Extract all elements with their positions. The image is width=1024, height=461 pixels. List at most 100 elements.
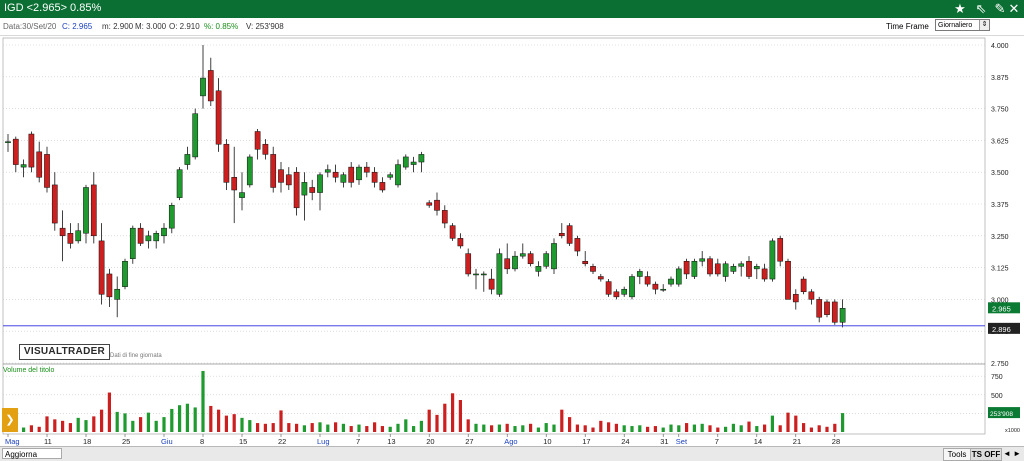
candle-up bbox=[660, 288, 667, 291]
crosshair-price-label: 2.896 bbox=[992, 325, 1011, 334]
price-chart[interactable]: 4.000 3.875 3.750 3.625 3.500 3.375 3.250 3.125… bbox=[0, 36, 1024, 446]
candle-down bbox=[106, 273, 113, 298]
volume-bar bbox=[334, 422, 338, 432]
candle-down bbox=[785, 260, 791, 300]
price-axis: 4.000 3.875 3.750 3.625 3.500 3.375 3.250 3.125… bbox=[991, 43, 1009, 368]
candle-down bbox=[215, 90, 222, 145]
volume-bar bbox=[178, 405, 182, 432]
price-tags: 2.965 2.896 253'908 bbox=[3, 302, 1020, 419]
price-tick-label: 3.625 bbox=[991, 138, 1009, 145]
volume-tick-label: 500 bbox=[991, 393, 1003, 400]
scroll-arrows[interactable]: ◄ ► bbox=[1002, 448, 1022, 459]
resize-arrow-icon[interactable]: ⇖ bbox=[971, 0, 991, 18]
candle-up bbox=[114, 288, 121, 300]
ts-off-button[interactable]: TS OFF bbox=[970, 448, 1002, 461]
volume-bar bbox=[146, 412, 150, 432]
volume-bar bbox=[622, 425, 626, 432]
volume-bar bbox=[22, 427, 26, 432]
tools-button[interactable]: Tools bbox=[943, 448, 971, 461]
candle-up bbox=[629, 276, 635, 298]
candle-down bbox=[707, 258, 713, 275]
candle-down bbox=[714, 263, 721, 275]
volume-bar bbox=[201, 370, 205, 432]
candle-down bbox=[590, 266, 596, 272]
candle-up bbox=[83, 187, 89, 234]
candle-up bbox=[730, 266, 737, 272]
volume-bar bbox=[529, 423, 533, 432]
refresh-select[interactable]: Aggiorna bbox=[2, 448, 62, 459]
candle-up bbox=[200, 77, 206, 97]
candle-down bbox=[223, 143, 230, 183]
candle-down bbox=[363, 166, 370, 173]
volume-value: V: 253'908 bbox=[246, 22, 284, 31]
open-value: O: 2.910 bbox=[169, 22, 200, 31]
volume-tick-label: 750 bbox=[991, 374, 1003, 381]
brand-subtitle: Dati di fine giornata bbox=[110, 353, 162, 359]
time-frame-select[interactable]: Giornaliero ⇕ bbox=[935, 19, 990, 31]
volume-bar bbox=[310, 423, 314, 432]
date-label: 10 bbox=[543, 437, 551, 446]
candle-down bbox=[67, 233, 74, 244]
star-icon[interactable]: ★ bbox=[950, 0, 970, 18]
candle-down bbox=[434, 199, 440, 211]
volume-bar bbox=[568, 417, 572, 432]
candle-up bbox=[839, 308, 846, 323]
candle-down bbox=[746, 260, 752, 277]
volume-bar bbox=[474, 423, 478, 432]
volume-bar bbox=[295, 423, 299, 432]
chevron-down-icon: ⇕ bbox=[979, 20, 989, 30]
volume-bar bbox=[497, 424, 501, 432]
close-icon[interactable]: ✕ bbox=[1004, 0, 1024, 18]
candle-down bbox=[582, 260, 589, 265]
candle-up bbox=[496, 253, 503, 295]
candle-down bbox=[309, 187, 316, 193]
date-label: 24 bbox=[621, 437, 629, 446]
volume-bar bbox=[139, 417, 143, 432]
volume-bar bbox=[716, 427, 720, 432]
candle-down bbox=[44, 154, 50, 188]
date-label: 18 bbox=[83, 437, 91, 446]
candle-up bbox=[317, 174, 323, 193]
volume-bar bbox=[841, 413, 845, 432]
candle-down bbox=[613, 291, 620, 298]
volume-bar bbox=[45, 416, 49, 432]
price-tick-label: 2.750 bbox=[991, 361, 1009, 368]
volume-bar bbox=[599, 420, 603, 432]
volume-bar bbox=[123, 413, 127, 432]
volume-bar bbox=[162, 417, 166, 432]
volume-bar bbox=[396, 423, 400, 432]
candle-down bbox=[824, 301, 830, 315]
candle-up bbox=[402, 156, 409, 168]
date-label: 11 bbox=[44, 437, 52, 446]
volume-bar bbox=[248, 420, 252, 432]
candle-up bbox=[75, 230, 82, 242]
volume-bar bbox=[412, 426, 416, 432]
candle-up bbox=[176, 169, 183, 198]
candle-down bbox=[605, 281, 612, 295]
expand-panel-button[interactable]: ❯ bbox=[2, 408, 18, 432]
volume-bar bbox=[700, 423, 704, 432]
candle-up bbox=[535, 266, 542, 272]
candle-down bbox=[278, 169, 284, 183]
candle-up bbox=[480, 273, 487, 276]
candle-up bbox=[168, 205, 175, 229]
volume-bar bbox=[809, 427, 813, 432]
volume-grid bbox=[3, 375, 985, 414]
volume-bar bbox=[115, 411, 119, 432]
candle-down bbox=[98, 240, 105, 295]
candle-up bbox=[668, 278, 674, 285]
price-tick-label: 3.500 bbox=[991, 170, 1009, 177]
candle-up bbox=[356, 166, 362, 181]
price-tick-label: 3.750 bbox=[991, 107, 1009, 114]
volume-bar bbox=[232, 414, 236, 432]
volume-bar bbox=[224, 415, 228, 432]
volume-bar bbox=[692, 424, 696, 432]
candle-down bbox=[36, 151, 43, 178]
volume-bar bbox=[763, 424, 767, 432]
volume-bar bbox=[100, 409, 104, 432]
volume-bar bbox=[825, 426, 829, 432]
candle-up bbox=[738, 263, 745, 267]
volume-bar bbox=[755, 426, 759, 432]
volume-bar bbox=[217, 409, 221, 432]
volume-bar bbox=[76, 417, 80, 432]
